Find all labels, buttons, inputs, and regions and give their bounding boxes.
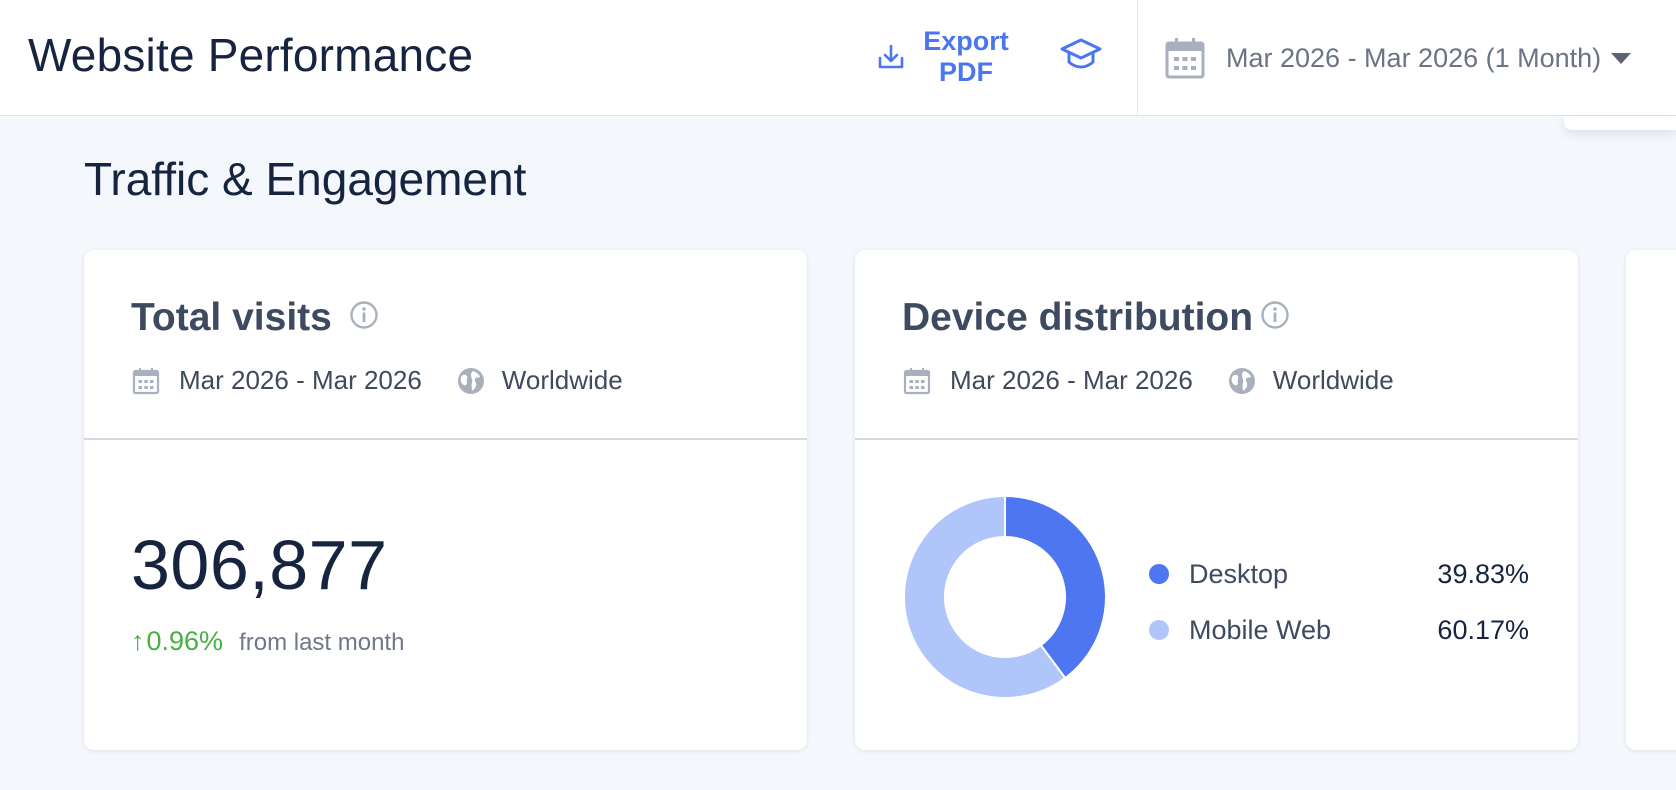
section-title: Traffic & Engagement bbox=[84, 153, 527, 205]
device-distribution-card: Device distribution Mar 2026 - Mar 2026 … bbox=[855, 250, 1578, 750]
dropdown-edge bbox=[1564, 116, 1676, 130]
date-range-label: Mar 2026 - Mar 2026 (1 Month) bbox=[1226, 42, 1602, 73]
legend-label: Desktop bbox=[1189, 558, 1289, 589]
card-title: Device distribution bbox=[902, 296, 1254, 339]
calendar-icon bbox=[1165, 38, 1205, 79]
legend-label: Mobile Web bbox=[1189, 614, 1332, 645]
card-geo: Worldwide bbox=[1272, 365, 1394, 395]
change-indicator: ↑ 0.96% from last month bbox=[131, 626, 404, 657]
globe-icon bbox=[457, 367, 484, 394]
card-title: Total visits bbox=[131, 296, 332, 339]
date-range-picker[interactable]: Mar 2026 - Mar 2026 (1 Month) bbox=[1138, 0, 1676, 116]
legend-value: 60.17% bbox=[1437, 614, 1529, 645]
globe-icon bbox=[1228, 367, 1255, 394]
card-header: Device distribution Mar 2026 - Mar 2026 … bbox=[855, 250, 1578, 440]
device-donut-chart bbox=[903, 494, 1107, 699]
card-geo: Worldwide bbox=[501, 365, 623, 395]
top-header: Website Performance Export PDF Mar 2026 … bbox=[0, 0, 1676, 116]
change-value: 0.96% bbox=[146, 626, 224, 656]
info-icon[interactable] bbox=[1260, 300, 1290, 330]
info-icon[interactable] bbox=[349, 300, 379, 330]
card-header: Total visits Mar 2026 - Mar 2026 Worldwi… bbox=[84, 250, 807, 440]
legend-dot bbox=[1149, 564, 1169, 584]
card-meta: Mar 2026 - Mar 2026 Worldwide bbox=[902, 365, 1394, 396]
calendar-icon bbox=[132, 367, 160, 394]
donut-slice-desktop[interactable] bbox=[1004, 494, 1107, 680]
card-date: Mar 2026 - Mar 2026 bbox=[950, 365, 1193, 395]
calendar-icon bbox=[903, 367, 931, 394]
legend-dot bbox=[1149, 620, 1169, 640]
legend-item-desktop: Desktop 39.83% bbox=[1149, 546, 1529, 602]
card-meta: Mar 2026 - Mar 2026 Worldwide bbox=[131, 365, 623, 396]
chevron-down-icon bbox=[1611, 52, 1632, 64]
card-date: Mar 2026 - Mar 2026 bbox=[179, 365, 422, 395]
legend-item-mobile-web: Mobile Web 60.17% bbox=[1149, 602, 1529, 658]
device-legend: Desktop 39.83% Mobile Web 60.17% bbox=[1149, 546, 1529, 658]
export-pdf-button[interactable]: Export PDF bbox=[850, 14, 1030, 100]
change-caption: from last month bbox=[239, 629, 405, 656]
total-visits-card: Total visits Mar 2026 - Mar 2026 Worldwi… bbox=[84, 250, 807, 750]
next-metric-card bbox=[1626, 250, 1676, 750]
total-visits-value: 306,877 bbox=[131, 526, 388, 604]
legend-value: 39.83% bbox=[1437, 558, 1529, 589]
arrow-up-icon: ↑ bbox=[131, 626, 145, 656]
graduation-cap-icon[interactable] bbox=[1058, 34, 1104, 74]
export-pdf-label: Export PDF bbox=[923, 26, 1009, 87]
download-icon bbox=[878, 44, 904, 69]
page-title: Website Performance bbox=[28, 29, 474, 81]
